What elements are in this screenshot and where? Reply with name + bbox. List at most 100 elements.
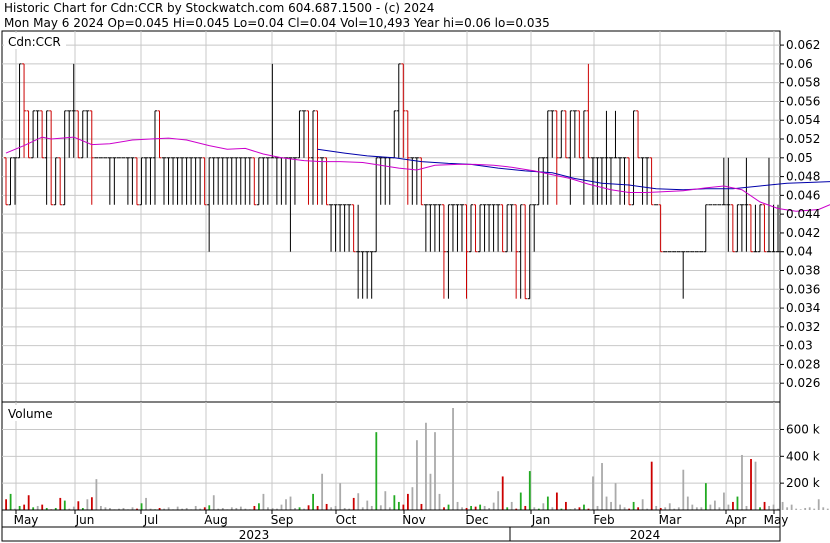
month-label: Sep [271,513,294,527]
volume-bar [817,499,820,510]
volume-bar [312,493,314,510]
volume-label: Volume [8,407,53,421]
volume-bar [397,501,400,510]
price-tick-label: 0.042 [786,226,820,240]
volume-bar [370,505,373,510]
chart-header-title: Historic Chart for Cdn:CCR by Stockwatch… [4,1,434,15]
volume-bar [420,503,423,510]
volume-bar [425,422,427,510]
volume-bar [208,505,211,510]
price-tick-label: 0.034 [786,301,820,315]
volume-panel: Volume 600 k 400 k 200 k [1,401,829,511]
volume-bar [9,493,12,510]
volume-bar [555,492,558,510]
month-label: Apr [726,513,747,527]
volume-bar [768,505,770,510]
month-label: May [14,513,39,527]
volume-bar [786,507,789,510]
volume-bar [239,506,242,510]
volume-bar [528,471,531,510]
volume-bar [501,476,504,510]
volume-bar [357,493,360,510]
volume-bar [402,504,405,510]
volume-bar [474,506,477,510]
volume-bar [610,501,612,510]
symbol-label: Cdn:CCR [8,35,61,49]
volume-bar [325,503,328,510]
volume-bar [750,459,752,510]
volume-bar [686,496,689,510]
month-label: Feb [593,513,614,527]
volume-bar [140,503,143,510]
price-tick-label: 0.048 [786,170,820,184]
volume-bar [375,432,378,510]
volume-bar [510,501,513,510]
volume-bar [772,504,775,510]
volume-bar [592,476,594,510]
volume-bar [727,504,730,510]
volume-bar [524,505,527,510]
price-tick-label: 0.028 [786,357,820,371]
price-tick-label: 0.058 [786,76,820,90]
price-tick-label: 0.062 [786,38,820,52]
volume-bar [63,500,66,510]
chart-header-quote: Mon May 6 2024 Op=0.045 Hi=0.045 Lo=0.04… [4,16,550,30]
volume-bar [808,507,811,510]
volume-bar [813,508,816,510]
volume-bar [262,493,265,510]
volume-bar [754,461,757,510]
volume-bar [492,502,495,510]
volume-bar [641,499,644,510]
year-label-2023: 2023 [239,528,270,542]
volume-bar [334,505,337,510]
volume-bar [36,505,39,510]
volume-bar [614,483,617,510]
volume-bar [804,507,807,510]
volume-bar [452,408,454,510]
volume-bar [790,504,793,510]
volume-bar [497,491,500,510]
volume-bar [713,500,716,510]
volume-bar [691,504,694,510]
volume-bar [668,503,671,510]
volume-bar [546,496,549,510]
volume-bar [781,501,784,510]
price-tick-label: 0.056 [786,94,820,108]
volume-bar [429,473,432,510]
month-label: Aug [204,513,227,527]
volume-bar [411,487,414,510]
volume-bar [307,505,310,510]
price-tick-label: 0.044 [786,207,820,221]
volume-bar [393,495,396,510]
volume-bar [799,509,802,510]
volume-bar [736,496,739,510]
volume-bar [601,463,603,510]
volume-bar [321,473,324,510]
volume-bar [407,493,409,510]
volume-bar [72,506,75,510]
volume-bar [59,497,62,510]
volume-bar [339,483,342,510]
price-tick-label: 0.06 [786,57,813,71]
month-label: Jan [531,513,551,527]
volume-bar [447,504,450,510]
price-tick-label: 0.038 [786,264,820,278]
volume-tick-label: 200 k [786,476,820,490]
price-tick-label: 0.052 [786,132,820,146]
volume-bar [632,501,635,510]
volume-bar [95,479,98,510]
price-tick-label: 0.032 [786,320,820,334]
time-axis: May Jun Jul Aug Sep Oct Nov Dec Jan Feb Mar Apr May … [1,509,788,542]
volume-bar [745,505,748,510]
volume-bar [285,499,287,510]
month-label: Nov [402,513,425,527]
price-tick-label: 0.054 [786,113,820,127]
volume-bar [77,501,80,510]
volume-bar [41,504,44,510]
volume-bar [650,461,653,510]
volume-bar [86,499,89,510]
volume-bar [90,497,93,510]
month-label: Dec [465,513,488,527]
volume-bar [470,505,473,510]
volume-bar [379,505,382,510]
